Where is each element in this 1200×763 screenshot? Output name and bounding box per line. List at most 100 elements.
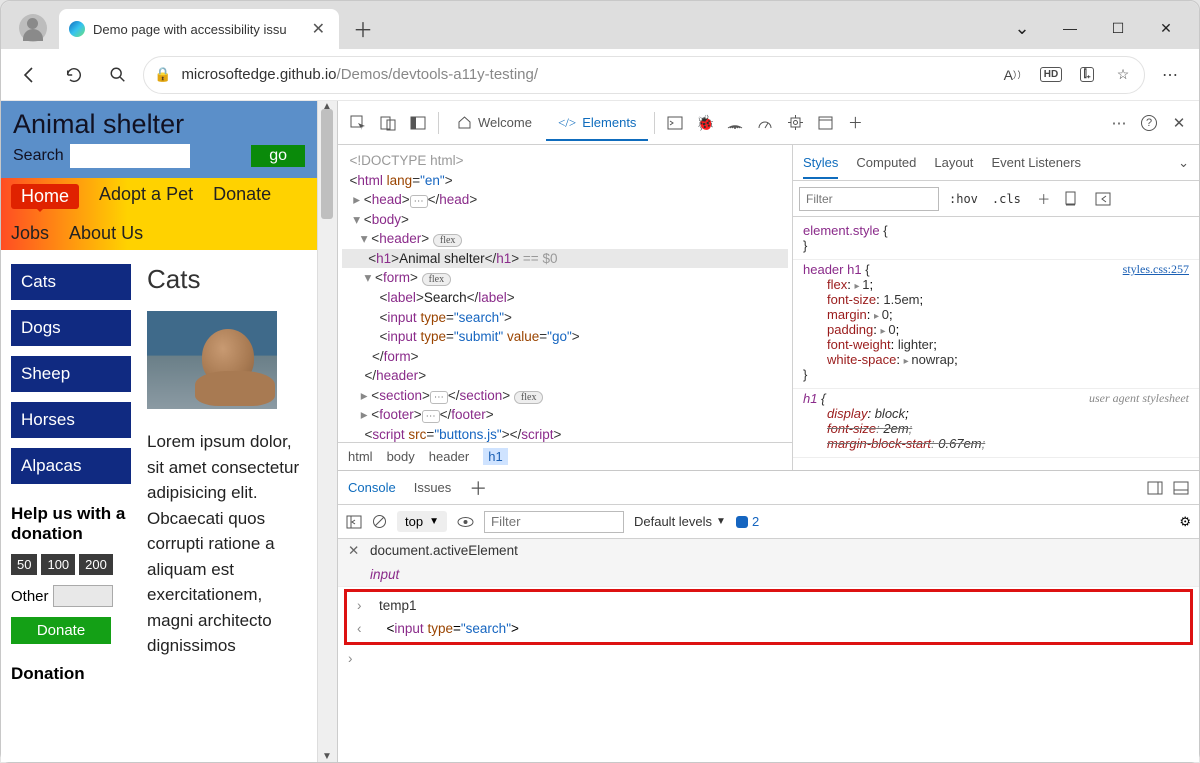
more-styles-tabs-icon[interactable]: ⌄ <box>1178 155 1189 171</box>
devtools-toolbar: Welcome </> Elements 🐞 ＋ ⋯ ? ✕ <box>338 101 1199 145</box>
maximize-button[interactable]: ☐ <box>1095 12 1141 44</box>
crumb-body[interactable]: body <box>387 449 415 464</box>
console-filter-input[interactable] <box>484 511 624 533</box>
prompt-indicator-icon: › <box>357 598 369 613</box>
toggle-sidebar-icon[interactable] <box>346 515 362 529</box>
donate-button[interactable]: Donate <box>11 617 111 644</box>
favorite-icon[interactable]: ☆ <box>1106 58 1140 92</box>
crumb-h1[interactable]: h1 <box>483 448 507 465</box>
dom-tree[interactable]: <!DOCTYPE html> <html lang="en"> <head>⋯… <box>338 145 792 442</box>
close-devtools-icon[interactable]: ✕ <box>1165 114 1193 132</box>
lock-icon: 🔒 <box>154 66 171 83</box>
styles-filter-input[interactable] <box>799 187 939 211</box>
url-toolbar: 🔒 microsoftedge.github.io/Demos/devtools… <box>1 49 1199 101</box>
sidebar-item-horses[interactable]: Horses <box>11 402 131 438</box>
hov-toggle[interactable]: :hov <box>945 190 982 208</box>
dock-drawer-icon[interactable] <box>1173 481 1189 495</box>
expand-drawer-icon[interactable] <box>1147 481 1163 495</box>
performance-shortcut-icon[interactable] <box>751 116 779 130</box>
device-toggle-icon[interactable] <box>374 115 402 131</box>
back-button[interactable] <box>11 56 49 94</box>
sidebar-item-dogs[interactable]: Dogs <box>11 310 131 346</box>
donation-chip-200[interactable]: 200 <box>79 554 113 575</box>
stylesheet-link[interactable]: styles.css:257 <box>1123 262 1189 277</box>
inspect-icon[interactable] <box>344 115 372 131</box>
live-expression-icon[interactable] <box>457 516 474 528</box>
tab-elements[interactable]: </> Elements <box>546 105 648 141</box>
nav-home[interactable]: Home <box>11 184 79 209</box>
more-menu-button[interactable]: ⋯ <box>1151 56 1189 94</box>
styles-body[interactable]: element.style { } styles.css:257 header … <box>793 217 1199 470</box>
drawer-tabs: Console Issues ＋ <box>338 471 1199 505</box>
devtools: Welcome </> Elements 🐞 ＋ ⋯ ? ✕ <box>337 101 1199 762</box>
copy-styles-icon[interactable] <box>1063 191 1089 207</box>
new-style-rule-icon[interactable]: ＋ <box>1031 189 1057 208</box>
close-window-button[interactable]: ✕ <box>1143 12 1189 44</box>
application-shortcut-icon[interactable] <box>811 116 839 130</box>
sidebar-item-sheep[interactable]: Sheep <box>11 356 131 392</box>
nav-jobs[interactable]: Jobs <box>11 223 49 244</box>
devtools-more-icon[interactable]: ⋯ <box>1105 114 1133 132</box>
context-selector[interactable]: top ▼ <box>397 511 447 532</box>
reader-icon[interactable]: ⫿₊ <box>1070 58 1104 92</box>
tab-computed[interactable]: Computed <box>856 155 916 170</box>
search-input[interactable] <box>70 144 190 168</box>
sidebar-item-cats[interactable]: Cats <box>11 264 131 300</box>
remove-live-expr-icon[interactable]: ✕ <box>348 543 360 559</box>
tab-console[interactable]: Console <box>348 480 396 495</box>
nav-donate[interactable]: Donate <box>213 184 271 209</box>
browser-tab[interactable]: Demo page with accessibility issu ✕ <box>59 9 339 49</box>
dock-panel-icon[interactable] <box>404 115 432 131</box>
search-button[interactable] <box>99 56 137 94</box>
hd-icon[interactable]: HD <box>1034 58 1068 92</box>
dom-breadcrumbs[interactable]: html body header h1 <box>338 442 792 470</box>
nav-adopt[interactable]: Adopt a Pet <box>99 184 193 209</box>
crumb-header[interactable]: header <box>429 449 469 464</box>
tab-welcome[interactable]: Welcome <box>445 105 544 140</box>
cls-toggle[interactable]: .cls <box>988 190 1025 208</box>
console-result: <input type="search"> <box>379 621 519 636</box>
ua-h1-rule: user agent stylesheet h1 { display: bloc… <box>793 389 1199 458</box>
console-output[interactable]: ✕ document.activeElement input › temp1 <box>338 539 1199 762</box>
add-drawer-tab-icon[interactable]: ＋ <box>469 475 487 501</box>
read-aloud-icon[interactable]: A）） <box>998 58 1032 92</box>
tab-event-listeners[interactable]: Event Listeners <box>991 155 1081 170</box>
computed-styles-icon[interactable] <box>1095 192 1121 206</box>
close-tab-icon[interactable]: ✕ <box>308 19 329 39</box>
console-shortcut-icon[interactable] <box>661 116 689 130</box>
tab-layout[interactable]: Layout <box>934 155 973 170</box>
selected-dom-node: ⋯ <h1>Animal shelter</h1> == $0 <box>342 249 788 269</box>
live-expression: document.activeElement <box>370 543 518 558</box>
home-icon <box>457 115 472 130</box>
tab-issues[interactable]: Issues <box>414 480 452 495</box>
donation-section-heading: Donation <box>11 664 131 684</box>
issues-badge[interactable]: 2 <box>736 514 759 529</box>
crumb-html[interactable]: html <box>348 449 373 464</box>
more-tabs-icon[interactable]: ＋ <box>841 112 869 133</box>
clear-console-icon[interactable] <box>372 514 387 529</box>
help-icon[interactable]: ? <box>1135 115 1163 131</box>
scroll-down-icon[interactable]: ▼ <box>322 751 332 762</box>
go-button[interactable]: go <box>251 145 305 167</box>
tab-styles[interactable]: Styles <box>803 155 838 179</box>
address-bar[interactable]: 🔒 microsoftedge.github.io/Demos/devtools… <box>143 56 1145 94</box>
page-scrollbar[interactable]: ▲ ▼ <box>317 101 337 762</box>
refresh-button[interactable] <box>55 56 93 94</box>
new-tab-button[interactable]: ＋ <box>339 14 387 43</box>
chevron-down-icon[interactable] <box>999 12 1045 44</box>
styles-tabs: Styles Computed Layout Event Listeners ⌄ <box>793 145 1199 181</box>
log-levels-selector[interactable]: Default levels ▼ <box>634 514 726 529</box>
sidebar-item-alpacas[interactable]: Alpacas <box>11 448 131 484</box>
console-input-prompt-icon[interactable]: › <box>348 651 360 666</box>
nav-about[interactable]: About Us <box>69 223 143 244</box>
network-shortcut-icon[interactable] <box>721 117 749 129</box>
sources-shortcut-icon[interactable]: 🐞 <box>691 114 719 132</box>
profile-avatar-icon[interactable] <box>19 14 47 42</box>
memory-shortcut-icon[interactable] <box>781 115 809 130</box>
donation-chip-50[interactable]: 50 <box>11 554 37 575</box>
console-settings-icon[interactable]: ⚙ <box>1179 514 1191 530</box>
scroll-thumb[interactable] <box>321 109 333 219</box>
other-amount-input[interactable] <box>53 585 113 607</box>
donation-chip-100[interactable]: 100 <box>41 554 75 575</box>
minimize-button[interactable]: — <box>1047 12 1093 44</box>
